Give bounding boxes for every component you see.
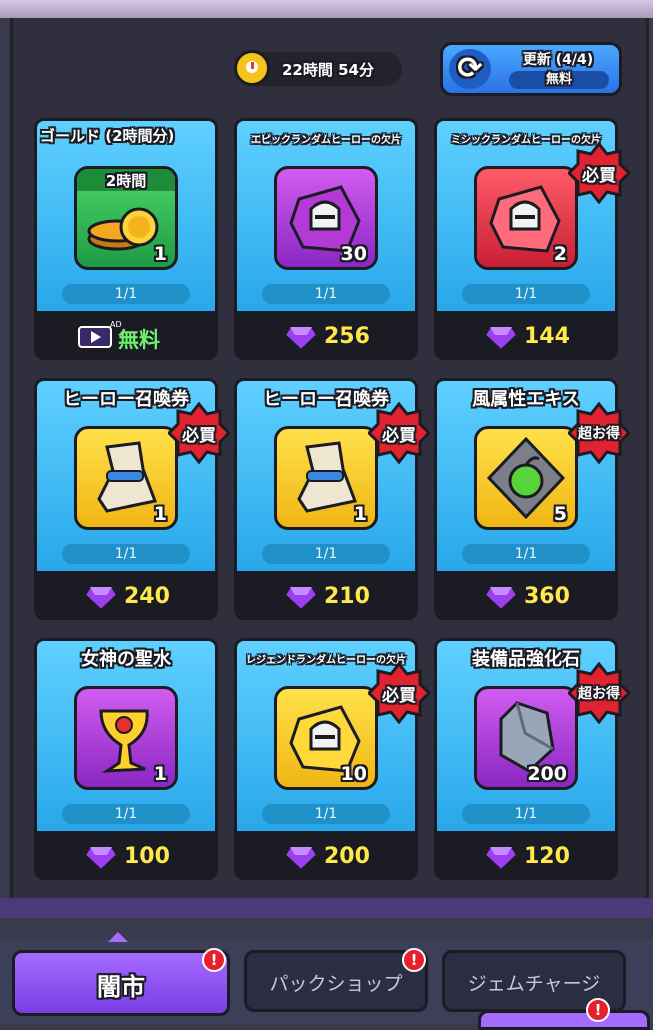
stock-counter: 1/1 [62,284,190,304]
stock-counter: 1/1 [62,544,190,564]
corner-button[interactable] [478,1010,650,1030]
great-deal-badge: 超お得 [568,662,630,724]
refresh-label: 更新 (4/4) [522,52,594,68]
refresh-timer: 22時間 54分 [234,50,402,86]
item-quantity: 30 [340,243,367,265]
video-ad-icon [78,326,112,348]
price-amount: 200 [324,844,370,869]
price-free: 無料 [118,328,160,352]
price-bar: 360 [434,574,618,620]
item-frame: 1 [74,426,178,530]
price-amount: 120 [524,844,570,869]
item-quantity: 1 [153,763,167,785]
tab-pack-shop[interactable]: パックショップ [244,950,428,1012]
item-frame: 2時間 1 [74,166,178,270]
price-bar: 200 [234,834,418,880]
price-amount: 256 [324,324,370,349]
refresh-icon: ⟳ [449,49,491,89]
price-bar: 256 [234,314,418,360]
price-bar: 100 [34,834,218,880]
card-title: エピックランダムヒーローの欠片 [251,135,401,146]
price-amount: 144 [524,324,570,349]
item-quantity: 200 [527,763,567,785]
gem-icon [84,846,118,871]
card-title: 女神の聖水 [81,649,171,670]
price-bar: AD 無料 [34,314,218,360]
shop-card-gold[interactable]: ゴールド (2時間分) 2時間 1 1/1 AD 無料 [34,118,218,360]
shop-card-mythic-shard[interactable]: ミシックランダムヒーローの欠片 2 必買 1/1 144 [434,118,630,360]
must-buy-badge: 必買 [368,402,430,464]
item-quantity: 2 [553,243,567,265]
item-frame: 1 [274,426,378,530]
timer-text: 22時間 54分 [282,61,374,79]
item-frame: 10 [274,686,378,790]
shop-card-legend-shard[interactable]: レジェンドランダムヒーローの欠片 10 必買 1/1 200 [234,638,430,880]
tab-black-market[interactable]: 闇市 [12,950,230,1016]
price-bar: 120 [434,834,618,880]
gem-icon [484,586,518,611]
item-frame: 30 [274,166,378,270]
price-bar: 240 [34,574,218,620]
item-quantity: 1 [153,243,167,265]
price-amount: 360 [524,584,570,609]
stock-counter: 1/1 [262,544,390,564]
item-frame: 200 [474,686,578,790]
item-quantity: 1 [353,503,367,525]
gem-icon [484,326,518,351]
price-bar: 144 [434,314,618,360]
great-deal-badge: 超お得 [568,402,630,464]
stock-counter: 1/1 [462,284,590,304]
must-buy-badge: 必買 [368,662,430,724]
gem-icon [84,586,118,611]
item-frame: 5 [474,426,578,530]
shop-card-wind-essence[interactable]: 風属性エキス 5 超お得 1/1 360 [434,378,630,620]
stopwatch-icon [234,50,270,86]
price-amount: 100 [124,844,170,869]
stock-counter: 1/1 [62,804,190,824]
item-frame: 2 [474,166,578,270]
notification-badge: ! [202,948,226,972]
refresh-cost: 無料 [509,71,609,89]
stock-counter: 1/1 [262,284,390,304]
stock-counter: 1/1 [462,544,590,564]
gem-icon [284,326,318,351]
shop-card-enhance-stone[interactable]: 装備品強化石 200 超お得 1/1 120 [434,638,630,880]
item-frame: 1 [74,686,178,790]
item-quantity: 10 [340,763,367,785]
price-bar: 210 [234,574,418,620]
card-title: ゴールド (2時間分) [40,127,175,145]
price-amount: 240 [124,584,170,609]
item-quantity: 5 [553,503,567,525]
shop-card-epic-shard[interactable]: エピックランダムヒーローの欠片 30 1/1 256 [234,118,418,360]
gem-icon [484,846,518,871]
section-banner [0,898,653,918]
price-amount: 210 [324,584,370,609]
refresh-button[interactable]: ⟳ 更新 (4/4) 無料 [440,42,622,96]
shop-card-summon-ticket-1[interactable]: ヒーロー召喚券 1 必買 1/1 240 [34,378,230,620]
notification-badge: ! [586,998,610,1022]
shop-card-summon-ticket-2[interactable]: ヒーロー召喚券 1 必買 1/1 210 [234,378,430,620]
active-tab-pointer [108,932,128,942]
must-buy-badge: 必買 [168,402,230,464]
gem-icon [284,846,318,871]
shop-card-holy-water[interactable]: 女神の聖水 1 1/1 100 [34,638,218,880]
top-strip [0,0,653,18]
item-quantity: 1 [153,503,167,525]
stock-counter: 1/1 [262,804,390,824]
must-buy-badge: 必買 [568,142,630,204]
gem-icon [284,586,318,611]
stock-counter: 1/1 [462,804,590,824]
notification-badge: ! [402,948,426,972]
